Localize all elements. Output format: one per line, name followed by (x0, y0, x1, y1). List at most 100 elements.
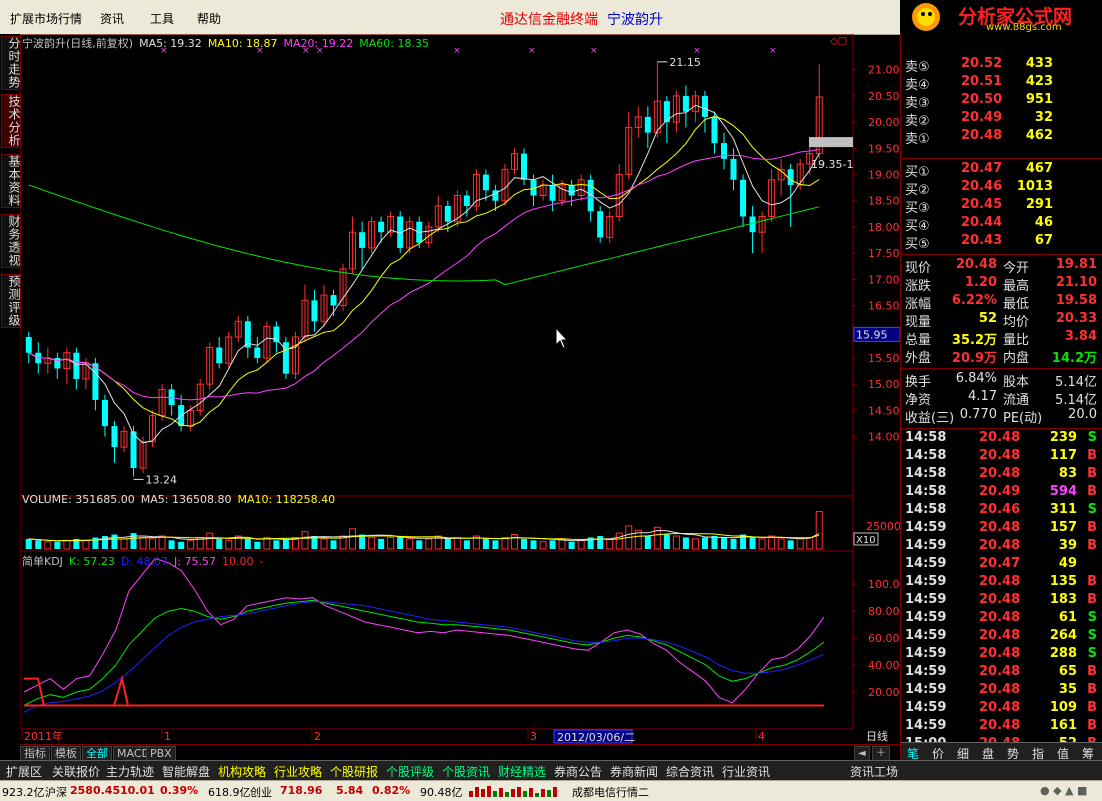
volume-bar (749, 537, 756, 549)
tick-row: 14:59 20.48 65 B (901, 664, 1102, 682)
nav-item[interactable]: 行业攻略 (274, 763, 322, 780)
price-pane-frame (20, 34, 854, 497)
menu-item-tools[interactable]: 工具 (150, 10, 174, 27)
tick-row: 14:59 20.48 288 S (901, 646, 1102, 664)
legend-ma5: MA5: 19.32 (139, 37, 202, 50)
nav-item[interactable]: 综合资讯 (666, 763, 714, 780)
volume-bar (501, 536, 509, 550)
tick-row: 14:59 20.48 183 B (901, 592, 1102, 610)
fin-row: 净资 4.17 流通 5.14亿 (901, 389, 1102, 408)
status-bar: 923.2亿 沪深 2580.45 10.01 0.39% 618.9亿 创业 … (0, 780, 1102, 801)
tick-row: 14:59 20.48 161 B (901, 718, 1102, 736)
nav-item[interactable]: 扩展区 (6, 763, 42, 780)
tick-volume: 311 (1049, 502, 1077, 517)
status-amount-1: 923.2亿 (2, 786, 45, 799)
fin-row: 换手 6.84% 股本 5.14亿 (901, 371, 1102, 390)
volume-bar (349, 528, 357, 550)
tick-side: B (1087, 520, 1097, 535)
nav-item[interactable]: 财经精选 (498, 763, 546, 780)
tick-side: B (1087, 538, 1097, 553)
legend-volume: VOLUME: 351685.00 (22, 493, 135, 506)
stat-row: 涨跌 1.20 最高 21.10 (901, 275, 1102, 294)
bid-volume: 291 (1025, 197, 1053, 212)
price-tick-label: 17.00 (868, 273, 900, 286)
volume-bar (444, 538, 451, 549)
candle-body (682, 95, 689, 112)
bid-volume: 467 (1025, 161, 1053, 176)
mouse-cursor-icon (555, 326, 569, 349)
tick-volume: 49 (1058, 556, 1077, 571)
chart-canvas[interactable]: 21.15 13.24 19.35-1 21.00 20.50 20.00 19.50 19… (20, 34, 900, 744)
bid-price: 20.43 (961, 233, 1003, 248)
status-server: 成都电信行情二 (572, 786, 649, 799)
fin-value: 0.770 (959, 407, 997, 422)
tick-volume: 183 (1049, 592, 1077, 607)
tick-time: 14:58 (905, 430, 947, 445)
menu-item-help[interactable]: 帮助 (197, 10, 221, 27)
status-index-change: 10.01 (120, 784, 155, 797)
kdj-j-line (23, 558, 825, 704)
nav-item[interactable]: 主力轨迹 (106, 763, 154, 780)
nav-item[interactable]: 机构攻略 (218, 763, 266, 780)
nav-info-workshop[interactable]: 资讯工场 (850, 763, 898, 780)
legend-title: 宁波韵升(日线,前复权) (22, 37, 134, 50)
tick-side: B (1087, 682, 1097, 697)
high-label: 21.15 (669, 56, 701, 69)
tick-row: 14:59 20.48 61 S (901, 610, 1102, 628)
side-tab-intraday[interactable]: 分时走势 (1, 36, 21, 90)
chart-area[interactable]: 21.15 13.24 19.35-1 21.00 20.50 20.00 19.50 19… (20, 34, 900, 744)
nav-item[interactable]: 个股研报 (330, 763, 378, 780)
volume-bar (577, 539, 585, 550)
side-tab-profile[interactable]: 基本资料 (1, 154, 21, 208)
tick-price: 20.48 (979, 520, 1021, 535)
side-tabs: 分时走势 技术分析 基本资料 财务透视 预测评级 (0, 34, 21, 744)
tick-price: 20.47 (979, 556, 1021, 571)
nav-item[interactable]: 券商新闻 (610, 763, 658, 780)
fin-value: 5.14亿 (1055, 375, 1097, 390)
candle-body (749, 216, 756, 233)
volume-bar (63, 539, 71, 550)
candle-body (644, 116, 651, 133)
menu-item-extended-market[interactable]: 扩展市场行情 (10, 10, 82, 27)
status-gem-change: 5.84 (336, 784, 364, 797)
volume-bar (721, 537, 727, 549)
tick-row: 14:59 20.48 135 B (901, 574, 1102, 592)
divider (901, 254, 1102, 255)
nav-item[interactable]: 个股评级 (386, 763, 434, 780)
fin-row: 收益(三) 0.770 PE(动) 20.0 (901, 407, 1102, 426)
ma10-line (28, 115, 820, 427)
menu-item-news[interactable]: 资讯 (100, 10, 124, 27)
nav-item[interactable]: 关联报价 (52, 763, 100, 780)
side-tab-rating[interactable]: 预测评级 (1, 274, 21, 328)
stat-value: 3.84 (1064, 329, 1097, 344)
bid-row: 买① 20.47 467 (901, 161, 1102, 180)
tick-row: 14:58 20.48 117 B (901, 448, 1102, 466)
volume-bar (149, 538, 157, 550)
side-tab-technical[interactable]: 技术分析 (1, 94, 21, 148)
stat-row: 现量 52 均价 20.33 (901, 311, 1102, 330)
side-tab-finance[interactable]: 财务透视 (1, 214, 21, 268)
tick-volume: 39 (1058, 538, 1077, 553)
fin-value: 20.0 (1068, 407, 1097, 422)
bid-label: 买⑤ (905, 237, 930, 252)
tick-time: 14:59 (905, 682, 947, 697)
price-tick-label: 14.50 (868, 404, 900, 417)
last-price-box (809, 137, 853, 148)
nav-item[interactable]: 个股资讯 (442, 763, 490, 780)
bid-label: 买④ (905, 219, 930, 234)
nav-item[interactable]: 智能解盘 (162, 763, 210, 780)
candle-body (701, 95, 708, 117)
nav-item[interactable]: 行业资讯 (722, 763, 770, 780)
nav-item[interactable]: 券商公告 (554, 763, 602, 780)
tick-price: 20.48 (979, 610, 1021, 625)
volume-unit-label: X10 (856, 535, 876, 546)
bid-volume: 67 (1034, 233, 1053, 248)
stat-value: 19.58 (1055, 293, 1097, 308)
tick-volume: 239 (1049, 430, 1077, 445)
tick-price: 20.49 (979, 484, 1021, 499)
pane-control-icon[interactable]: ◇□ (830, 36, 847, 47)
legend-k: K: 57.23 (68, 555, 115, 568)
ask-price: 20.48 (961, 128, 1003, 143)
indicator-tabs: 指标 模板 全部 MACD PBX ◄ ＋ (20, 744, 900, 762)
tick-price: 20.48 (979, 448, 1021, 463)
